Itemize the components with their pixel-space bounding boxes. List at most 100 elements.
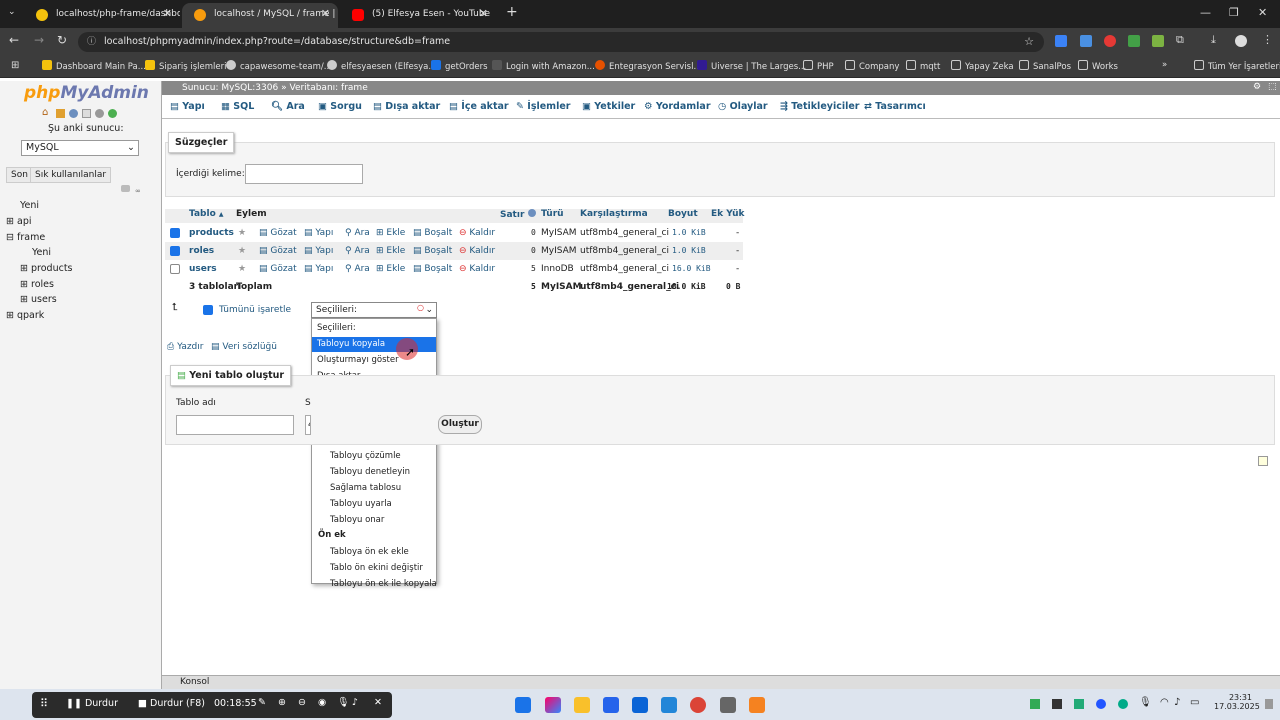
tree-db-api[interactable]: ⊞ api (6, 216, 32, 227)
structure-action[interactable]: ▤ Yapı (304, 264, 333, 274)
insert-action[interactable]: ⊞ Ekle (376, 246, 405, 256)
store-icon[interactable] (603, 697, 619, 713)
forward-icon[interactable]: → (34, 33, 44, 47)
settings-gear-icon[interactable]: ⚙ (1253, 82, 1261, 92)
maximize-icon[interactable]: ❐ (1229, 6, 1239, 19)
microphone-icon[interactable]: 🎙︎ (337, 697, 349, 708)
favorite-star-icon[interactable]: ★ (238, 246, 246, 256)
structure-action[interactable]: ▤ Yapı (304, 228, 333, 238)
bookmark-folder[interactable]: PHP (803, 60, 834, 72)
server-select[interactable]: MySQL ⌄ (21, 140, 139, 156)
favorite-star-icon[interactable]: ★ (238, 228, 246, 238)
bookmark-item[interactable]: Entegrasyon Servisl... (595, 60, 702, 72)
browser-tab-youtube[interactable]: (5) Elfesya Esen - YouTube ✕ (340, 3, 496, 28)
print-link[interactable]: ⎙ Yazdır (167, 342, 203, 352)
bulk-action-select[interactable]: Seçilileri: ⌄ ○ (311, 302, 437, 318)
copilot-icon[interactable] (545, 697, 561, 713)
bookmark-item[interactable]: capawesome-team/... (226, 60, 332, 72)
download-icon[interactable]: ⤓ (1211, 33, 1216, 47)
check-all-label[interactable]: Tümünü işaretle (219, 305, 291, 315)
tab-export[interactable]: ▤ Dışa aktar (373, 101, 440, 112)
bulk-option[interactable]: Tabloya ön ek ekle (312, 545, 436, 560)
wifi-icon[interactable]: ◠ (1160, 697, 1169, 708)
docs-icon[interactable] (82, 109, 91, 118)
collapse-icon[interactable]: ⬚ (1268, 82, 1277, 92)
windows-start-icon[interactable] (515, 697, 531, 713)
bulk-option[interactable]: Tabloyu onar (312, 513, 436, 528)
tab-search-icon[interactable]: ⌄ (8, 7, 16, 17)
puzzle-extensions-icon[interactable]: ⧉ (1176, 33, 1184, 47)
browse-action[interactable]: ▤ Gözat (259, 246, 297, 256)
drop-action[interactable]: ⊖ Kaldır (459, 228, 495, 238)
shield-extension-icon[interactable] (1128, 35, 1140, 47)
bookmark-item[interactable]: Sipariş işlemleri (145, 60, 226, 72)
link-with-main-icon[interactable]: ∞ (135, 187, 141, 195)
close-tab-icon[interactable]: ✕ (321, 3, 330, 25)
empty-action[interactable]: ▤ Boşalt (413, 246, 452, 256)
data-dictionary-link[interactable]: ▤ Veri sözlüğü (211, 342, 277, 352)
tree-table-users[interactable]: ⊞ users (20, 294, 57, 305)
bulk-option[interactable]: Tabloyu ön ek ile kopyala (312, 577, 437, 592)
tab-operations[interactable]: ✎ İşlemler (516, 101, 570, 112)
tab-sql[interactable]: ▦ SQL (221, 101, 254, 112)
bulk-option[interactable]: Seçilileri: (312, 321, 436, 336)
tab-query[interactable]: ▣ Sorgu (318, 101, 362, 112)
menu-kebab-icon[interactable]: ⋮ (1262, 33, 1273, 46)
insert-action[interactable]: ⊞ Ekle (376, 228, 405, 238)
profile-avatar-icon[interactable] (1235, 35, 1247, 47)
tree-new-table[interactable]: Yeni (32, 247, 51, 258)
size[interactable]: 1.0 KiB (672, 228, 706, 237)
extension-icon[interactable] (1152, 35, 1164, 47)
drag-handle-icon[interactable]: ⠿ (40, 697, 48, 710)
pen-icon[interactable]: ✎ (258, 697, 266, 708)
expand-icon[interactable]: ⊞ (6, 216, 14, 227)
tray-icon[interactable] (1074, 699, 1084, 709)
tab-structure[interactable]: ▤ Yapı (170, 101, 205, 112)
table-name-link[interactable]: roles (189, 246, 214, 256)
browser-tab-dashboard[interactable]: localhost/php-frame/dashboard ✕ (24, 3, 180, 28)
volume-icon[interactable]: ♪ (1174, 697, 1180, 708)
size[interactable]: 16.0 KiB (672, 264, 711, 273)
close-window-icon[interactable]: ✕ (1258, 6, 1267, 19)
tree-new-database[interactable]: Yeni (20, 200, 39, 211)
favorite-tables-tab[interactable]: Sık kullanılanlar (30, 167, 112, 183)
tree-table-products[interactable]: ⊞ products (20, 263, 73, 274)
bookmark-item[interactable]: Uiverse | The Larges... (697, 60, 806, 72)
tab-triggers[interactable]: ⇶ Tetikleyiciler (780, 101, 859, 112)
col-overhead-header[interactable]: Ek Yük (711, 209, 745, 219)
new-tab-button[interactable]: + (506, 4, 518, 20)
row-checkbox[interactable] (170, 264, 180, 274)
bookmark-folder[interactable]: Yapay Zeka (951, 60, 1014, 72)
breadcrumb-server[interactable]: Sunucu: MySQL:3306 (182, 83, 278, 93)
collapse-icon[interactable]: ⊟ (6, 232, 14, 243)
reload-icon[interactable]: ↻ (57, 33, 67, 47)
speaker-icon[interactable]: ♪ (352, 697, 358, 708)
filter-input[interactable] (245, 164, 363, 184)
expand-icon[interactable]: ⊞ (20, 263, 28, 274)
check-all-checkbox[interactable] (203, 305, 213, 315)
bulk-option[interactable]: Tabloyu uyarla (312, 497, 436, 512)
tab-events[interactable]: ◷ Olaylar (718, 101, 768, 112)
tab-routines[interactable]: ⚙ Yordamlar (644, 101, 711, 112)
col-type-header[interactable]: Türü (541, 209, 564, 219)
extension-icon[interactable] (1104, 35, 1116, 47)
bookmark-item[interactable]: elfesyaesen (Elfesya... (327, 60, 437, 72)
back-icon[interactable]: ← (9, 33, 19, 47)
bulk-option[interactable]: Tabloyu çözümle (312, 449, 436, 464)
site-info-icon[interactable]: ⓘ (87, 32, 96, 52)
tray-icon[interactable] (1118, 699, 1128, 709)
clock[interactable]: 23:31 17.03.2025 (1214, 693, 1260, 711)
empty-action[interactable]: ▤ Boşalt (413, 228, 452, 238)
home-icon[interactable]: ⌂ (42, 107, 48, 118)
drop-action[interactable]: ⊖ Kaldır (459, 264, 495, 274)
file-explorer-icon[interactable] (574, 697, 590, 713)
extension-icon[interactable] (1055, 35, 1067, 47)
col-size-header[interactable]: Boyut (668, 209, 698, 219)
notification-icon[interactable] (1265, 699, 1273, 709)
create-table-button[interactable]: Oluştur (438, 415, 482, 434)
structure-action[interactable]: ▤ Yapı (304, 246, 333, 256)
logout-icon[interactable] (56, 109, 65, 118)
battery-icon[interactable]: ▭ (1190, 697, 1199, 708)
help-icon[interactable] (69, 109, 78, 118)
row-checkbox[interactable] (170, 228, 180, 238)
